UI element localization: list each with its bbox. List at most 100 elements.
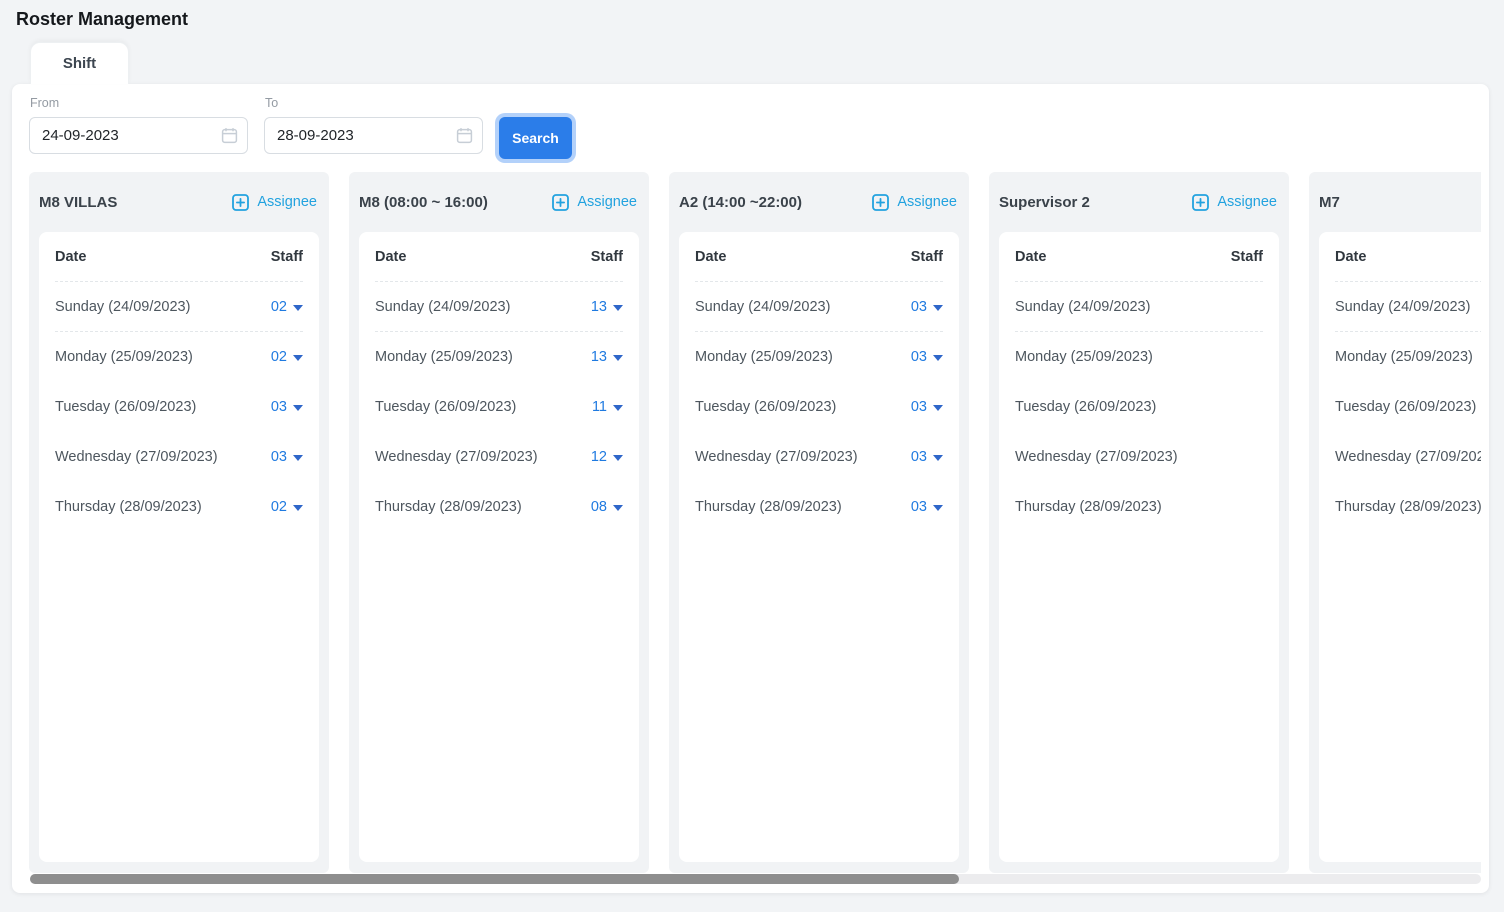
roster-date: Monday (25/09/2023): [1335, 349, 1473, 365]
shift-title: M7: [1319, 194, 1340, 211]
from-date-input[interactable]: [29, 117, 248, 154]
staff-dropdown[interactable]: 02: [271, 299, 303, 315]
shift-card-header: A2 (14:00 ~22:00) Assignee: [669, 172, 969, 232]
add-assignee-button[interactable]: Assignee: [232, 194, 317, 211]
shift-title: Supervisor 2: [999, 194, 1090, 211]
staff-count: 03: [271, 449, 287, 465]
roster-row: Thursday (28/09/2023): [1015, 482, 1263, 532]
roster-row: Wednesday (27/09/2023) 03: [695, 432, 943, 482]
to-field-group: To: [264, 96, 483, 154]
date-column-header: Date: [375, 249, 406, 265]
roster-row: Wednesday (27/09/2023) 12: [375, 432, 623, 482]
roster-date: Sunday (24/09/2023): [55, 299, 190, 315]
chevron-down-icon: [613, 355, 623, 361]
roster-row: Tuesday (26/09/2023) 03: [695, 382, 943, 432]
roster-row: Tuesday (26/09/2023) 03: [55, 382, 303, 432]
shift-card: A2 (14:00 ~22:00) Assignee Date Staff Su…: [669, 172, 969, 873]
shift-title: A2 (14:00 ~22:00): [679, 194, 802, 211]
staff-dropdown[interactable]: 03: [911, 449, 943, 465]
roster-row: Sunday (24/09/2023) 02: [55, 282, 303, 332]
staff-dropdown[interactable]: 08: [591, 499, 623, 515]
roster-table: Date Staff Sunday (24/09/2023) Monday (2…: [999, 232, 1279, 862]
staff-dropdown[interactable]: 03: [271, 399, 303, 415]
roster-row: Wednesday (27/09/2023): [1015, 432, 1263, 482]
staff-column-header: Staff: [911, 249, 943, 265]
staff-count: 02: [271, 499, 287, 515]
add-assignee-button[interactable]: Assignee: [1192, 194, 1277, 211]
staff-count: 11: [592, 399, 607, 415]
staff-count: 02: [271, 349, 287, 365]
roster-date: Thursday (28/09/2023): [55, 499, 202, 515]
roster-date: Sunday (24/09/2023): [1015, 299, 1150, 315]
plus-square-icon: [872, 194, 889, 211]
staff-dropdown[interactable]: 12: [591, 449, 623, 465]
staff-count: 02: [271, 299, 287, 315]
shift-card-header: Supervisor 2 Assignee: [989, 172, 1289, 232]
shift-cards: M8 VILLAS Assignee Date Staff Sunday (24…: [29, 172, 1481, 873]
page-title: Roster Management: [16, 9, 188, 30]
tab-shift-label: Shift: [63, 55, 96, 72]
roster-date: Tuesday (26/09/2023): [375, 399, 516, 415]
date-column-header: Date: [1015, 249, 1046, 265]
roster-table-header: Date Staff: [695, 232, 943, 282]
roster-date: Sunday (24/09/2023): [695, 299, 830, 315]
staff-dropdown[interactable]: 13: [591, 299, 623, 315]
roster-date: Sunday (24/09/2023): [375, 299, 510, 315]
staff-dropdown[interactable]: 11: [592, 399, 623, 415]
roster-row: Thursday (28/09/2023) 02: [55, 482, 303, 532]
roster-table: Date Staff Sunday (24/09/2023) 13 Monday…: [359, 232, 639, 862]
staff-count: 03: [911, 349, 927, 365]
search-button[interactable]: Search: [499, 117, 572, 159]
shift-card-header: M8 (08:00 ~ 16:00) Assignee: [349, 172, 649, 232]
add-assignee-button[interactable]: Assignee: [872, 194, 957, 211]
date-column-header: Date: [55, 249, 86, 265]
staff-dropdown[interactable]: 03: [911, 399, 943, 415]
tab-shift[interactable]: Shift: [30, 42, 129, 84]
shift-title: M8 (08:00 ~ 16:00): [359, 194, 488, 211]
roster-row: Monday (25/09/2023): [1015, 332, 1263, 382]
roster-table-header: Date Staff: [375, 232, 623, 282]
plus-square-icon: [232, 194, 249, 211]
staff-dropdown[interactable]: 02: [271, 499, 303, 515]
roster-date: Thursday (28/09/2023): [695, 499, 842, 515]
staff-dropdown[interactable]: 03: [271, 449, 303, 465]
plus-square-icon: [552, 194, 569, 211]
roster-date: Thursday (28/09/2023): [1335, 499, 1481, 515]
staff-column-header: Staff: [1231, 249, 1263, 265]
staff-count: 03: [271, 399, 287, 415]
shift-card: M7 Assignee Date Staff Sunday (24/09/202…: [1309, 172, 1481, 873]
roster-row: Monday (25/09/2023) 13: [375, 332, 623, 382]
roster-date: Monday (25/09/2023): [695, 349, 833, 365]
shift-panel: From To: [12, 84, 1489, 893]
shift-card: Supervisor 2 Assignee Date Staff Sunday …: [989, 172, 1289, 873]
roster-date: Monday (25/09/2023): [375, 349, 513, 365]
horizontal-scrollbar-thumb[interactable]: [30, 874, 959, 884]
to-date-input[interactable]: [264, 117, 483, 154]
chevron-down-icon: [933, 405, 943, 411]
horizontal-scrollbar-track[interactable]: [30, 874, 1481, 884]
shift-rows: Sunday (24/09/2023) 02 Monday (25/09/202…: [55, 282, 303, 532]
chevron-down-icon: [613, 455, 623, 461]
roster-date: Wednesday (27/09/2023): [55, 449, 218, 465]
roster-date: Sunday (24/09/2023): [1335, 299, 1470, 315]
shift-card: M8 (08:00 ~ 16:00) Assignee Date Staff S…: [349, 172, 649, 873]
chevron-down-icon: [613, 505, 623, 511]
chevron-down-icon: [293, 505, 303, 511]
staff-dropdown[interactable]: 02: [271, 349, 303, 365]
filter-bar: From To: [29, 96, 572, 159]
chevron-down-icon: [933, 455, 943, 461]
chevron-down-icon: [293, 355, 303, 361]
chevron-down-icon: [613, 405, 623, 411]
staff-dropdown[interactable]: 03: [911, 299, 943, 315]
from-label: From: [30, 96, 248, 110]
to-label: To: [265, 96, 483, 110]
staff-dropdown[interactable]: 13: [591, 349, 623, 365]
chevron-down-icon: [613, 305, 623, 311]
add-assignee-button[interactable]: Assignee: [552, 194, 637, 211]
roster-date: Tuesday (26/09/2023): [1335, 399, 1476, 415]
staff-dropdown[interactable]: 03: [911, 349, 943, 365]
roster-row: Thursday (28/09/2023) 08: [375, 482, 623, 532]
staff-dropdown[interactable]: 03: [911, 499, 943, 515]
roster-row: Sunday (24/09/2023) 13: [375, 282, 623, 332]
roster-date: Wednesday (27/09/2023): [1015, 449, 1178, 465]
